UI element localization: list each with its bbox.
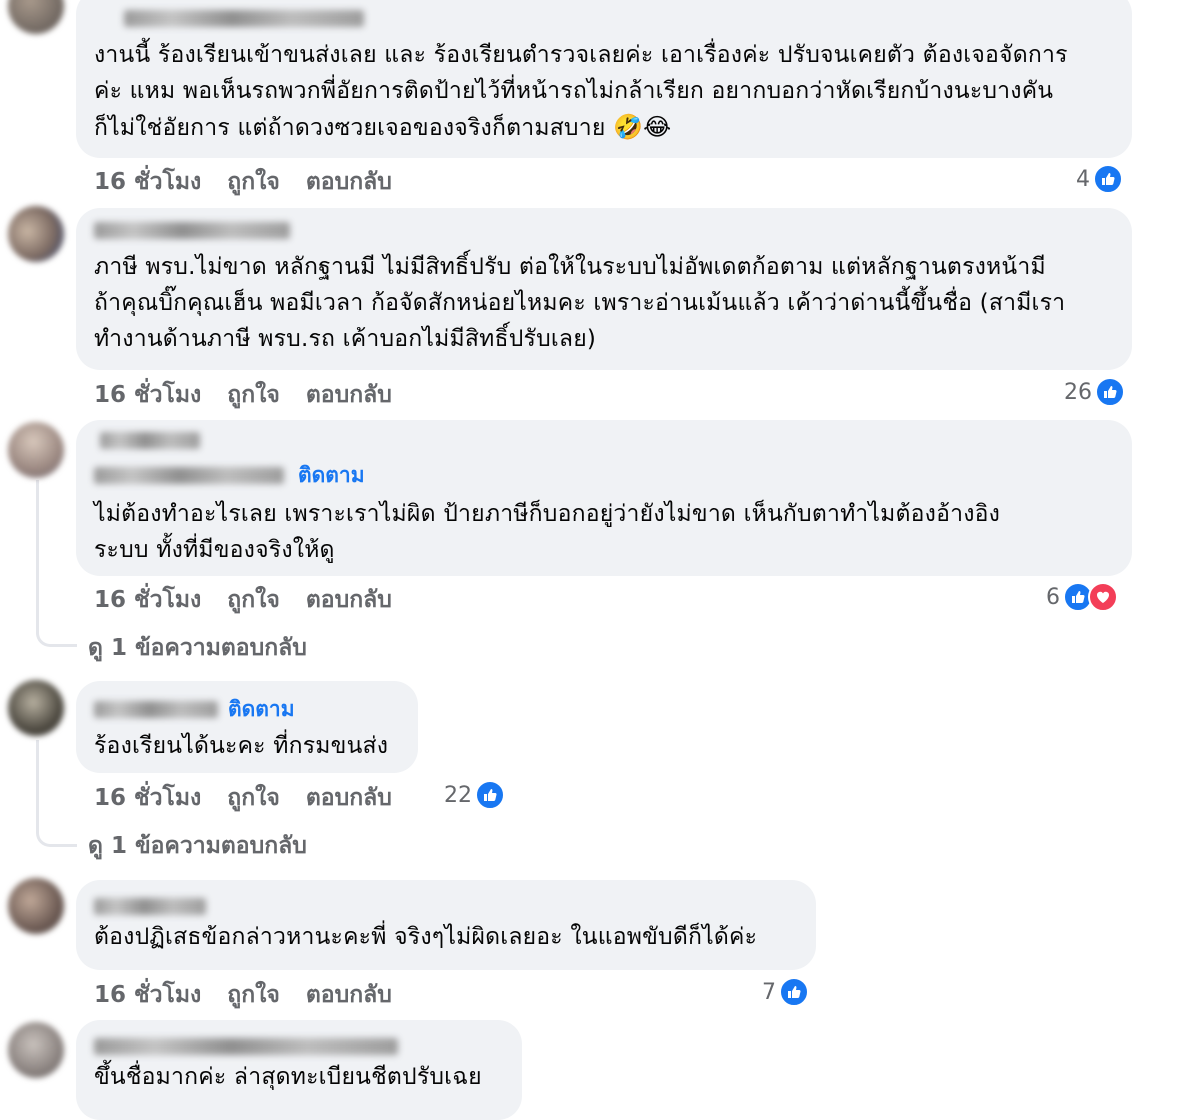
timestamp[interactable]: 16 ชั่วโมง [94,582,201,618]
avatar[interactable] [8,680,64,736]
commenter-name[interactable] [94,222,290,239]
comment-text: ต้องปฏิเสธข้อกล่าวหานะคะพี่ จริงๆไม่ผิดเ… [94,924,758,950]
comment-bubble: ขึ้นชื่อมากค่ะ ล่าสุดทะเบียนชีตปรับเฉย [76,1020,522,1120]
thumbs-up-icon [1093,164,1123,194]
comment-text: ร้องเรียนได้นะคะ ที่กรมขนส่ง [94,733,389,759]
avatar[interactable] [8,878,64,934]
follow-link[interactable]: ติดตาม [298,459,365,492]
commenter-name[interactable] [124,10,364,27]
comment-bubble: ต้องปฏิเสธข้อกล่าวหานะคะพี่ จริงๆไม่ผิดเ… [76,880,816,970]
view-replies-link[interactable]: ดู 1 ข้อความตอบกลับ [88,828,307,864]
comment-bubble: ภาษี พรบ.ไม่ขาด หลักฐานมี ไม่มีสิทธิ์ปรั… [76,208,1132,370]
commenter-name[interactable] [94,1038,398,1055]
reaction-summary[interactable]: 22 [444,780,505,810]
avatar[interactable] [8,422,64,478]
commenter-name[interactable] [94,467,284,484]
comment-bubble: ติดตาม ไม่ต้องทำอะไรเลย เพราะเราไม่ผิด ป… [76,420,1132,576]
like-button[interactable]: ถูกใจ [227,164,280,200]
thumbs-up-icon [1095,377,1125,407]
timestamp[interactable]: 16 ชั่วโมง [94,377,201,413]
like-button[interactable]: ถูกใจ [227,977,280,1013]
heart-icon [1088,582,1118,612]
reaction-count: 4 [1076,166,1090,192]
thread-line [36,740,39,808]
timestamp[interactable]: 16 ชั่วโมง [94,977,201,1013]
avatar[interactable] [8,0,64,34]
thumbs-up-icon [475,780,505,810]
like-button[interactable]: ถูกใจ [227,582,280,618]
avatar[interactable] [8,1022,64,1078]
view-replies-link[interactable]: ดู 1 ข้อความตอบกลับ [88,630,307,666]
reply-button[interactable]: ตอบกลับ [306,582,392,618]
comment-text: ภาษี พรบ.ไม่ขาด หลักฐานมี ไม่มีสิทธิ์ปรั… [94,254,1066,352]
comment-actions: 16 ชั่วโมง ถูกใจ ตอบกลับ [94,780,392,816]
reaction-count: 22 [444,782,472,808]
reply-button[interactable]: ตอบกลับ [306,377,392,413]
comment-actions: 16 ชั่วโมง ถูกใจ ตอบกลับ [94,164,392,200]
comment-actions: 16 ชั่วโมง ถูกใจ ตอบกลับ [94,977,392,1013]
commenter-name[interactable] [94,701,218,718]
reply-button[interactable]: ตอบกลับ [306,977,392,1013]
reaction-count: 26 [1064,379,1092,405]
comment-text: ไม่ต้องทำอะไรเลย เพราะเราไม่ผิด ป้ายภาษี… [94,501,1001,563]
timestamp[interactable]: 16 ชั่วโมง [94,164,201,200]
commenter-name[interactable] [94,898,206,915]
like-button[interactable]: ถูกใจ [227,377,280,413]
comment-actions: 16 ชั่วโมง ถูกใจ ตอบกลับ [94,582,392,618]
comment-text: ขึ้นชื่อมากค่ะ ล่าสุดทะเบียนชีตปรับเฉย [94,1064,482,1090]
thumbs-up-icon [779,977,809,1007]
reaction-summary[interactable]: 26 [1064,377,1125,407]
timestamp[interactable]: 16 ชั่วโมง [94,780,201,816]
comment-text: งานนี้ ร้องเรียนเข้าขนส่งเลย และ ร้องเรี… [94,42,1068,141]
reply-connector [36,600,77,647]
reaction-summary[interactable]: 4 [1076,164,1123,194]
reaction-count: 7 [762,979,776,1005]
follow-link[interactable]: ติดตาม [228,693,295,726]
like-button[interactable]: ถูกใจ [227,780,280,816]
reaction-summary[interactable]: 6 [1046,582,1118,612]
comment-bubble: งานนี้ ร้องเรียนเข้าขนส่งเลย และ ร้องเรี… [76,0,1132,158]
comment-bubble: ติดตาม ร้องเรียนได้นะคะ ที่กรมขนส่ง [76,681,418,773]
thread-line [36,480,39,610]
commenter-name[interactable] [100,432,200,449]
reaction-summary[interactable]: 7 [762,977,809,1007]
laughing-emoji: 😂 [643,113,672,141]
reaction-count: 6 [1046,584,1060,610]
rofl-emoji: 🤣 [613,113,644,141]
reply-connector [36,800,77,847]
comment-actions: 16 ชั่วโมง ถูกใจ ตอบกลับ [94,377,392,413]
reply-button[interactable]: ตอบกลับ [306,164,392,200]
reply-button[interactable]: ตอบกลับ [306,780,392,816]
avatar[interactable] [8,206,64,262]
